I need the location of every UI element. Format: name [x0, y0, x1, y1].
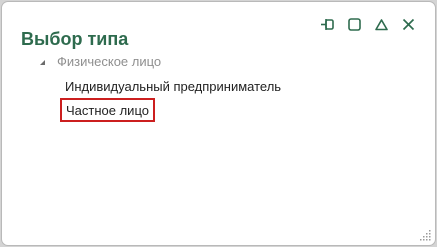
- pin-button[interactable]: [319, 16, 336, 33]
- pin-icon: [321, 19, 334, 30]
- tree-item-private-person[interactable]: Частное лицо: [60, 98, 155, 122]
- tree-item-individual-entrepreneur[interactable]: Индивидуальный предприниматель: [65, 79, 281, 95]
- close-button[interactable]: [400, 16, 417, 33]
- resize-grip-icon[interactable]: [418, 228, 432, 242]
- dialog-title: Выбор типа: [21, 29, 129, 49]
- tree-group-individual[interactable]: Физическое лицо: [37, 54, 161, 70]
- tree-group-label: Физическое лицо: [57, 54, 162, 69]
- maximize-button[interactable]: [346, 16, 363, 33]
- close-icon: [402, 18, 415, 31]
- collapse-icon: [375, 19, 388, 31]
- maximize-icon: [348, 18, 361, 31]
- expand-arrow-icon[interactable]: [37, 57, 47, 67]
- collapse-button[interactable]: [373, 16, 390, 33]
- type-selection-dialog: Выбор типа Физическое лицо Индивидуальны…: [1, 1, 436, 246]
- window-controls: [319, 16, 417, 33]
